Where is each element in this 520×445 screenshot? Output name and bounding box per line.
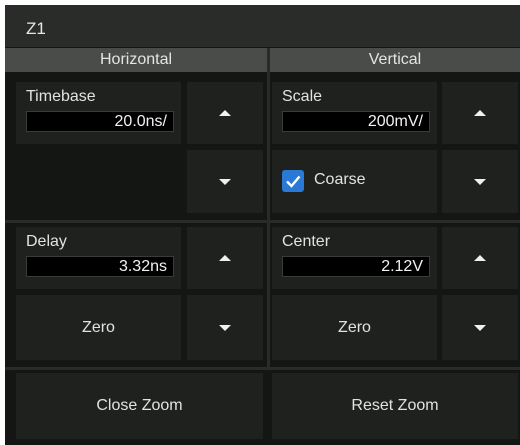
- timebase-down-button[interactable]: [187, 150, 263, 213]
- center-down-button[interactable]: [442, 295, 518, 360]
- scale-up-button[interactable]: [442, 82, 518, 144]
- reset-zoom-label: Reset Zoom: [351, 397, 439, 414]
- scale-value[interactable]: 200mV/: [282, 111, 430, 132]
- checkmark-icon[interactable]: [282, 170, 304, 192]
- center-label: Center: [282, 233, 331, 250]
- center-up-button[interactable]: [442, 227, 518, 289]
- timebase-label: Timebase: [26, 88, 96, 105]
- footer-divider: [5, 367, 520, 370]
- coarse-label: Coarse: [314, 171, 366, 188]
- zoom-panel: Z1 Horizontal Vertical Timebase 20.0ns/ …: [5, 5, 520, 445]
- scale-field[interactable]: Scale 200mV/: [272, 82, 437, 144]
- timebase-up-button[interactable]: [187, 82, 263, 144]
- title-bar: Z1: [5, 5, 520, 47]
- horizontal-zero-label: Zero: [82, 318, 115, 336]
- close-zoom-button[interactable]: Close Zoom: [16, 373, 263, 439]
- up-arrow-icon: [219, 255, 231, 261]
- center-value[interactable]: 2.12V: [282, 256, 430, 277]
- scale-label: Scale: [282, 88, 323, 105]
- up-arrow-icon: [219, 110, 231, 116]
- vertical-zero-button[interactable]: Zero: [272, 295, 437, 360]
- vertical-zero-label: Zero: [338, 318, 371, 336]
- down-arrow-icon: [474, 178, 486, 185]
- scale-down-button[interactable]: [442, 150, 518, 213]
- up-arrow-icon: [474, 255, 486, 261]
- vertical-header: Vertical: [270, 48, 520, 72]
- delay-label: Delay: [26, 233, 67, 250]
- timebase-field[interactable]: Timebase 20.0ns/: [16, 82, 181, 144]
- up-arrow-icon: [474, 110, 486, 116]
- down-arrow-icon: [219, 324, 231, 331]
- delay-field[interactable]: Delay 3.32ns: [16, 227, 181, 289]
- delay-down-button[interactable]: [187, 295, 263, 360]
- section-divider: [5, 220, 520, 223]
- horizontal-header: Horizontal: [5, 48, 267, 72]
- reset-zoom-button[interactable]: Reset Zoom: [272, 373, 518, 439]
- center-field[interactable]: Center 2.12V: [272, 227, 437, 289]
- coarse-checkbox[interactable]: Coarse: [272, 150, 437, 213]
- delay-value[interactable]: 3.32ns: [26, 256, 174, 277]
- delay-up-button[interactable]: [187, 227, 263, 289]
- close-zoom-label: Close Zoom: [96, 397, 183, 414]
- horizontal-zero-button[interactable]: Zero: [16, 295, 181, 360]
- down-arrow-icon: [219, 178, 231, 185]
- panel-title: Z1: [26, 19, 46, 38]
- column-divider: [267, 48, 270, 370]
- timebase-value[interactable]: 20.0ns/: [26, 111, 174, 132]
- down-arrow-icon: [474, 324, 486, 331]
